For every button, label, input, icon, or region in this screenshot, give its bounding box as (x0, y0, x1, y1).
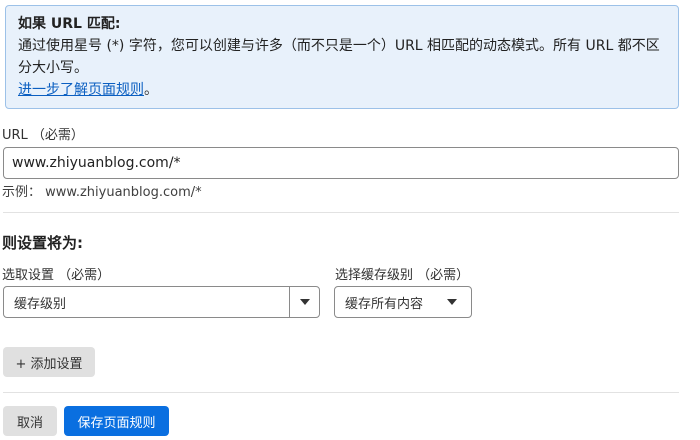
add-setting-button[interactable]: + 添加设置 (3, 347, 95, 377)
chevron-down-icon (447, 299, 457, 305)
info-title: 如果 URL 匹配: (18, 16, 121, 32)
info-notice: 如果 URL 匹配: 通过使用星号 (*) 字符，您可以创建与许多（而不只是一个… (5, 5, 679, 109)
learn-page-rules-link[interactable]: 进一步了解页面规则 (18, 82, 144, 98)
url-input[interactable] (3, 147, 679, 179)
settings-section-title: 则设置将为: (2, 234, 83, 252)
pick-setting-select[interactable]: 缓存级别 (3, 286, 320, 318)
url-label: URL （必需） (2, 128, 84, 143)
cache-level-value: 缓存所有内容 (345, 296, 424, 312)
info-description: 通过使用星号 (*) 字符，您可以创建与许多（而不只是一个）URL 相匹配的动态… (18, 35, 666, 79)
info-link-suffix: 。 (144, 82, 158, 98)
cache-level-label: 选择缓存级别 （必需） (335, 268, 470, 283)
url-example: 示例： www.zhiyuanblog.com/* (2, 185, 202, 200)
info-link-row: 进一步了解页面规则。 (18, 79, 666, 101)
cache-level-select[interactable]: 缓存所有内容 (334, 286, 472, 318)
pick-setting-label: 选取设置 （必需） (2, 268, 111, 283)
cancel-button[interactable]: 取消 (3, 406, 57, 436)
divider-bottom (3, 392, 679, 393)
info-description-text: 通过使用星号 (*) 字符，您可以创建与许多（而不只是一个）URL 相匹配的动态… (18, 38, 660, 76)
divider-top (3, 212, 679, 213)
save-page-rule-button[interactable]: 保存页面规则 (64, 406, 169, 436)
chevron-down-icon (299, 299, 310, 305)
pick-setting-dropdown-button[interactable] (289, 287, 319, 317)
pick-setting-value: 缓存级别 (14, 296, 67, 312)
